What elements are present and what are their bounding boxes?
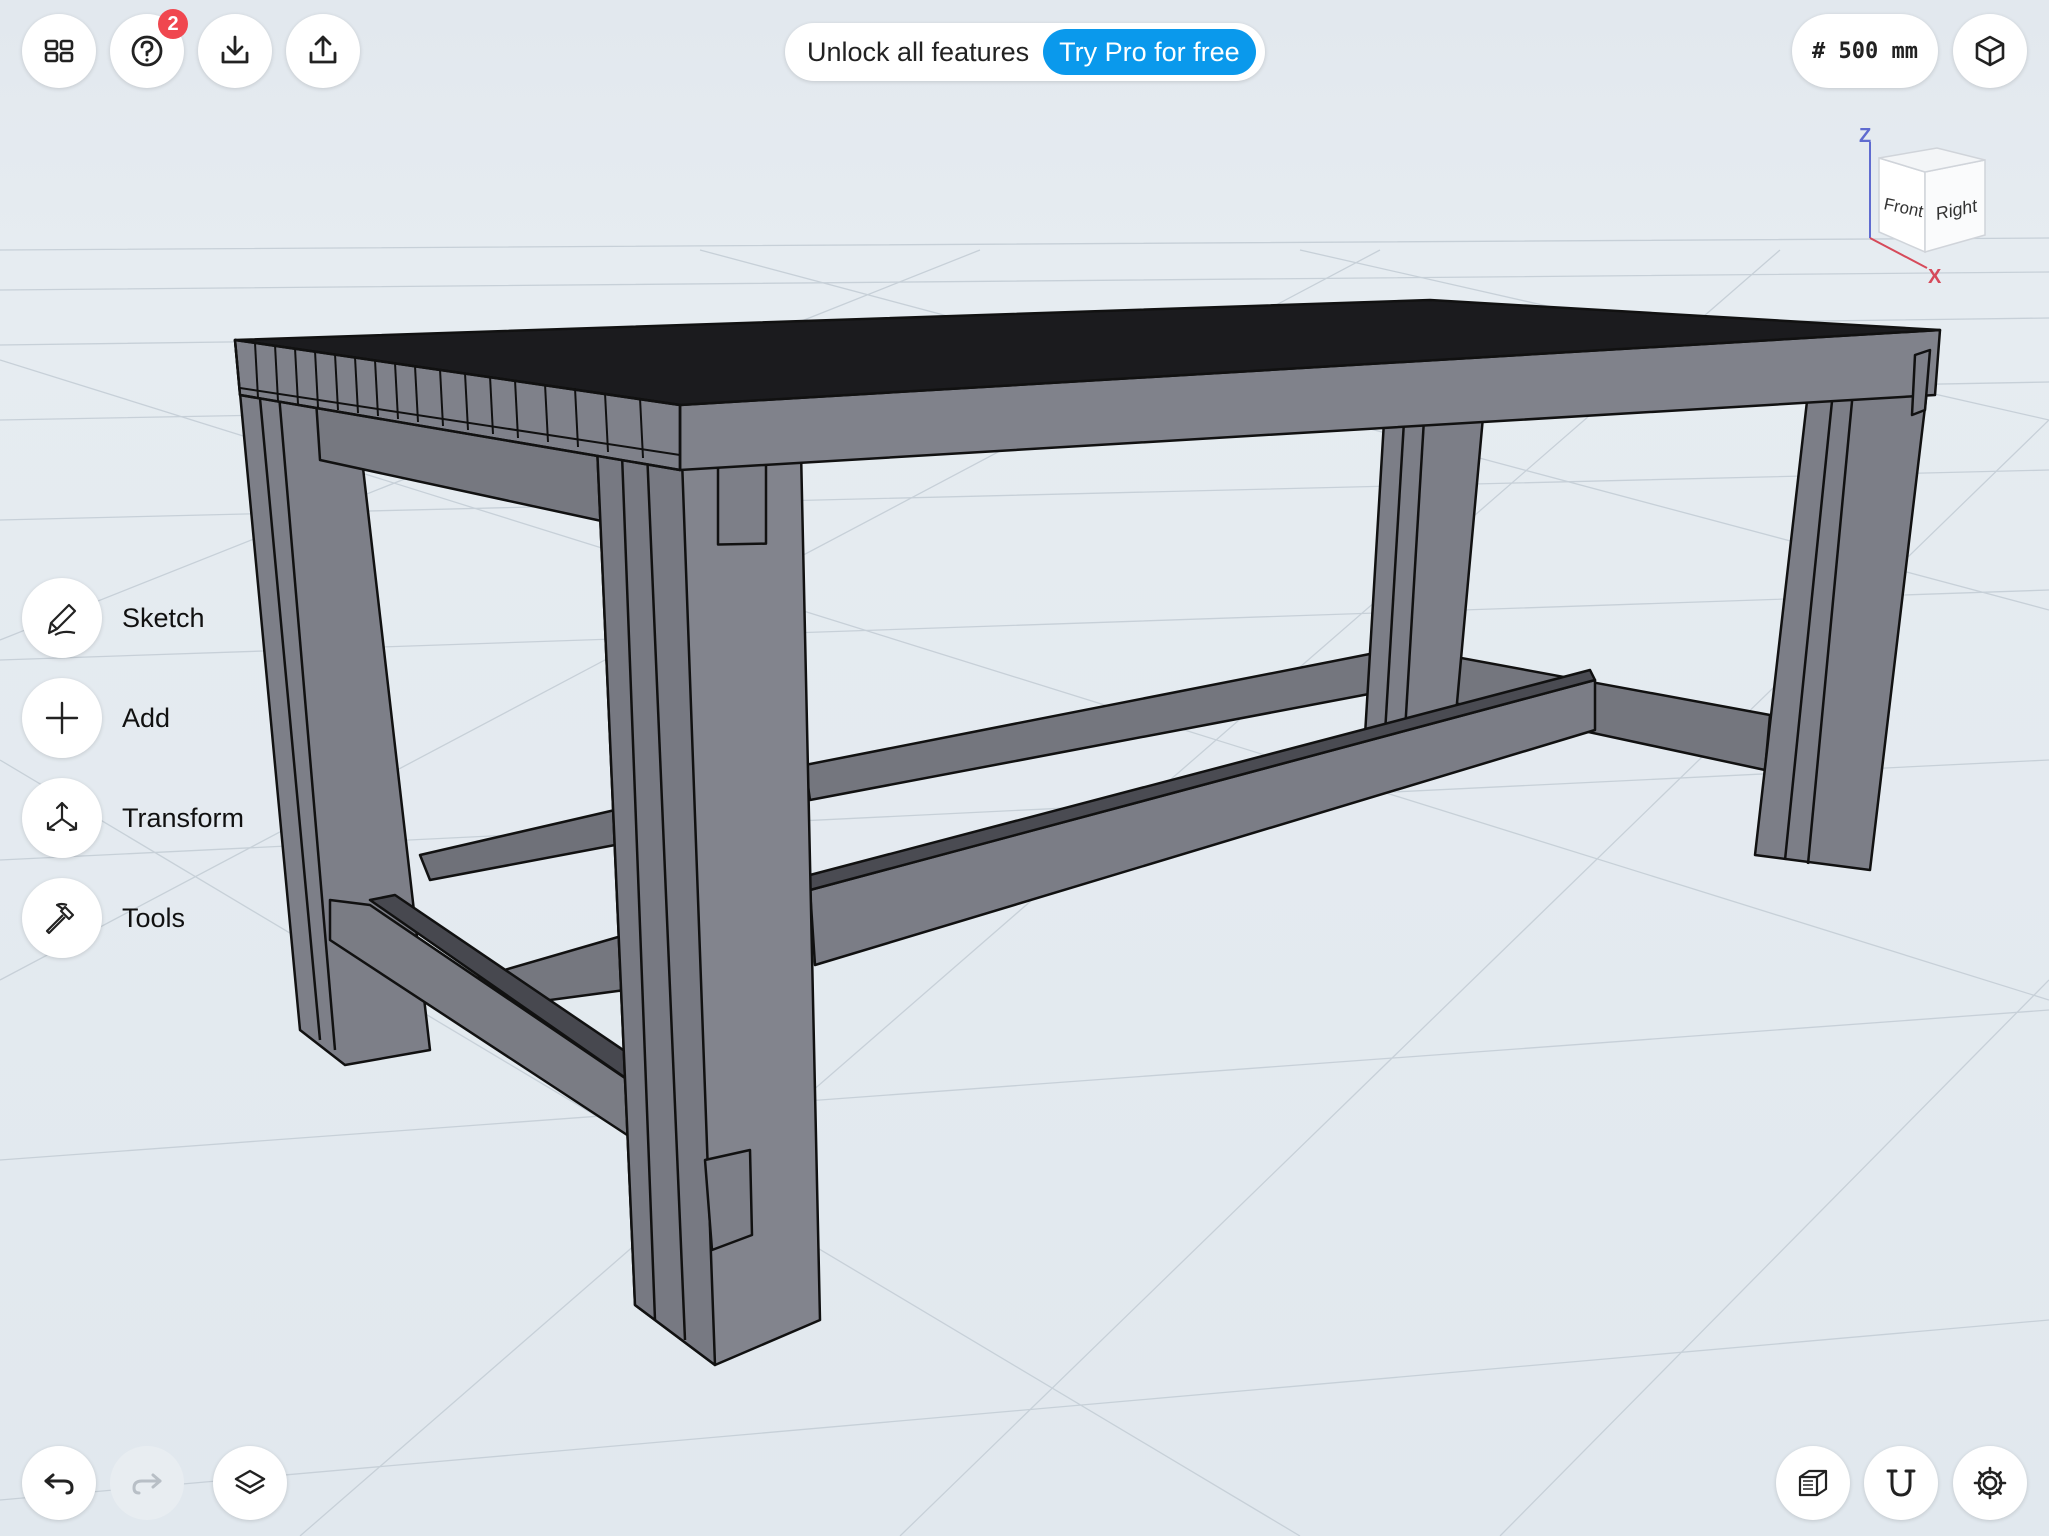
add-label: Add — [122, 702, 171, 733]
promo-banner: Unlock all features Try Pro for free — [785, 23, 1265, 81]
undo-button[interactable] — [22, 1446, 96, 1520]
upload-icon — [309, 35, 337, 64]
view-mode-button[interactable] — [1953, 14, 2027, 88]
pencil-icon — [47, 603, 77, 636]
redo-button[interactable] — [110, 1446, 184, 1520]
shaded-cube-icon — [1798, 1469, 1828, 1497]
redo-icon — [132, 1473, 162, 1495]
view-cube[interactable]: Z X Front Right — [1845, 120, 2010, 295]
cube-icon — [1975, 35, 2005, 67]
question-icon — [131, 35, 163, 67]
undo-icon — [44, 1473, 74, 1495]
hammer-icon — [45, 902, 75, 935]
tools-tool[interactable]: Tools — [22, 878, 185, 958]
x-axis-label: X — [1928, 266, 1942, 288]
grid-size-button[interactable]: # 500 mm — [1792, 14, 1938, 88]
download-icon — [221, 35, 249, 64]
import-button[interactable] — [198, 14, 272, 88]
gear-icon — [1973, 1466, 2007, 1500]
tools-label: Tools — [122, 902, 186, 933]
transform-tool[interactable]: Transform — [22, 778, 244, 858]
export-button[interactable] — [286, 14, 360, 88]
help-button[interactable]: 2 — [110, 9, 188, 88]
3d-viewport[interactable] — [0, 0, 2049, 1536]
sketch-label: Sketch — [122, 602, 205, 633]
settings-button[interactable] — [1953, 1446, 2027, 1520]
transform-arrows-icon — [46, 801, 78, 832]
notification-badge: 2 — [158, 9, 188, 39]
promo-text: Unlock all features — [807, 36, 1030, 67]
transform-label: Transform — [122, 802, 245, 833]
add-tool[interactable]: Add — [22, 678, 170, 758]
try-pro-button[interactable]: Try Pro for free — [1043, 29, 1256, 75]
snap-button[interactable] — [1864, 1446, 1938, 1520]
render-style-button[interactable] — [1776, 1446, 1850, 1520]
magnet-icon — [1886, 1469, 1916, 1497]
layers-icon — [234, 1469, 266, 1495]
z-axis-label: Z — [1859, 125, 1871, 147]
layers-button[interactable] — [213, 1446, 287, 1520]
grid-menu-button[interactable] — [22, 14, 96, 88]
sketch-tool[interactable]: Sketch — [22, 578, 205, 658]
grid-icon — [44, 39, 74, 63]
plus-icon — [45, 701, 79, 735]
